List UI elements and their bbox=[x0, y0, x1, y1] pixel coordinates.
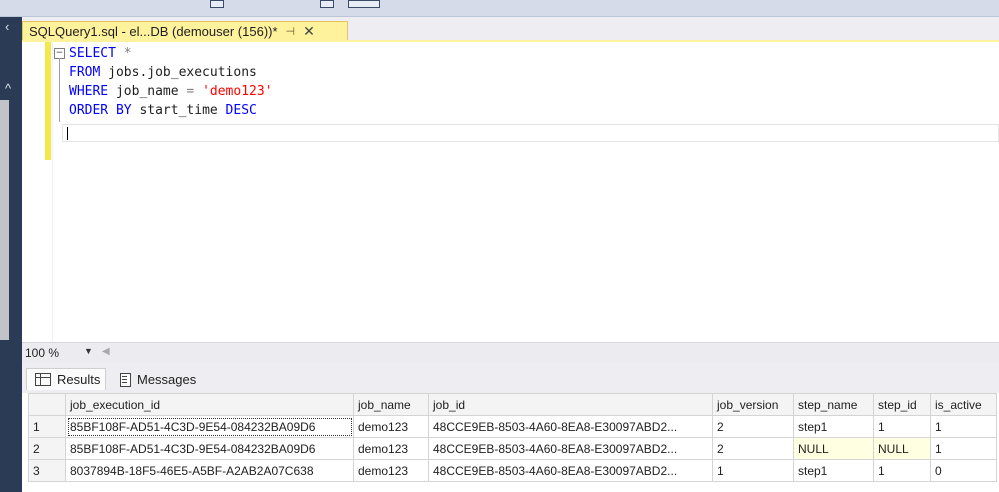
dropdown-icon[interactable]: ▼ bbox=[84, 346, 93, 356]
toolbar bbox=[0, 0, 999, 17]
table-cell[interactable]: 1 bbox=[930, 437, 997, 460]
row-number[interactable]: 2 bbox=[28, 437, 66, 460]
header-row: job_execution_id job_name job_id job_ver… bbox=[28, 393, 997, 416]
code-line[interactable]: FROM jobs.job_executions bbox=[69, 63, 257, 82]
table-cell[interactable]: demo123 bbox=[353, 415, 429, 438]
table-cell[interactable]: step1 bbox=[793, 415, 874, 438]
table-cell[interactable]: step1 bbox=[793, 459, 874, 482]
table-cell[interactable]: demo123 bbox=[353, 437, 429, 460]
chevron-up-icon[interactable]: ^ bbox=[5, 81, 11, 96]
table-cell[interactable]: 0 bbox=[930, 459, 997, 482]
sql-keyword: FROM bbox=[69, 65, 101, 80]
sql-token: start_time bbox=[131, 103, 226, 118]
table-cell[interactable]: 48CCE9EB-8503-4A60-8EA8-E30097ABD2... bbox=[428, 437, 713, 460]
table-cell[interactable]: 1 bbox=[712, 459, 794, 482]
column-header[interactable]: job_execution_id bbox=[65, 393, 354, 416]
table-cell[interactable]: 48CCE9EB-8503-4A60-8EA8-E30097ABD2... bbox=[428, 459, 713, 482]
column-header[interactable]: job_id bbox=[428, 393, 713, 416]
table-cell[interactable]: 2 bbox=[712, 437, 794, 460]
null-cell[interactable]: NULL bbox=[793, 437, 874, 460]
sql-editor[interactable]: − SELECT * FROM jobs.job_executions WHERE … bbox=[22, 42, 999, 342]
table-cell[interactable]: 1 bbox=[930, 415, 997, 438]
table-cell[interactable]: 85BF108F-AD51-4C3D-9E54-084232BA09D6 bbox=[65, 415, 354, 438]
table-cell[interactable]: 1 bbox=[873, 459, 931, 482]
zoom-value[interactable]: 100 % bbox=[25, 346, 59, 360]
table-row[interactable]: 1 85BF108F-AD51-4C3D-9E54-084232BA09D6 d… bbox=[28, 415, 997, 438]
scroll-left-icon[interactable]: ◀ bbox=[102, 346, 110, 357]
table-cell[interactable]: 85BF108F-AD51-4C3D-9E54-084232BA09D6 bbox=[65, 437, 354, 460]
table-cell[interactable]: 48CCE9EB-8503-4A60-8EA8-E30097ABD2... bbox=[428, 415, 713, 438]
messages-icon bbox=[118, 372, 131, 387]
table-cell[interactable]: 1 bbox=[873, 415, 931, 438]
sql-keyword: SELECT bbox=[69, 46, 116, 61]
row-number-header[interactable] bbox=[28, 393, 66, 416]
column-header[interactable]: is_active bbox=[930, 393, 997, 416]
results-table: job_execution_id job_name job_id job_ver… bbox=[28, 393, 997, 482]
close-icon[interactable]: ✕ bbox=[303, 23, 315, 40]
column-header[interactable]: job_version bbox=[712, 393, 794, 416]
row-number[interactable]: 1 bbox=[28, 415, 66, 438]
grid-icon bbox=[35, 373, 51, 386]
sql-keyword: DESC bbox=[225, 103, 257, 118]
sql-token: * bbox=[123, 46, 132, 61]
sql-token: jobs.job_executions bbox=[100, 65, 257, 80]
code-line[interactable]: SELECT * bbox=[69, 44, 132, 63]
table-cell[interactable]: 8037894B-18F5-46E5-A5BF-A2AB2A07C638 bbox=[65, 459, 354, 482]
sql-token: job_name bbox=[108, 84, 187, 99]
tab-results-label: Results bbox=[57, 372, 101, 387]
tab-results[interactable]: Results bbox=[26, 368, 106, 390]
text-caret bbox=[67, 127, 68, 140]
vertical-scrollbar[interactable] bbox=[0, 100, 9, 340]
column-header[interactable]: job_name bbox=[353, 393, 429, 416]
code-line[interactable]: WHERE job_name = 'demo123' bbox=[69, 82, 273, 101]
result-tabs: Results Messages bbox=[22, 363, 999, 393]
column-header[interactable]: step_id bbox=[873, 393, 931, 416]
table-row[interactable]: 2 85BF108F-AD51-4C3D-9E54-084232BA09D6 d… bbox=[28, 437, 997, 460]
table-cell[interactable]: 2 bbox=[712, 415, 794, 438]
tab-messages[interactable]: Messages bbox=[114, 368, 210, 390]
zoom-bar: 100 % ▼ ◀ bbox=[22, 342, 999, 364]
sql-string: 'demo123' bbox=[202, 84, 273, 99]
toolbar-button-icon[interactable] bbox=[348, 0, 380, 8]
chevron-left-icon[interactable]: ‹ bbox=[5, 19, 9, 34]
results-grid[interactable]: job_execution_id job_name job_id job_ver… bbox=[22, 393, 999, 492]
sql-keyword: ORDER BY bbox=[69, 103, 132, 118]
code-line[interactable]: ORDER BY start_time DESC bbox=[69, 101, 257, 120]
null-cell[interactable]: NULL bbox=[873, 437, 931, 460]
main-pane: SQLQuery1.sql - el...DB (demouser (156))… bbox=[22, 17, 999, 492]
current-line-highlight bbox=[62, 124, 999, 142]
sql-keyword: WHERE bbox=[69, 84, 109, 99]
document-tab-title: SQLQuery1.sql - el...DB (demouser (156))… bbox=[29, 24, 278, 39]
toolbar-button-icon[interactable] bbox=[320, 0, 334, 8]
row-number[interactable]: 3 bbox=[28, 459, 66, 482]
fold-line bbox=[59, 58, 60, 122]
tab-messages-label: Messages bbox=[137, 371, 197, 387]
document-tab[interactable]: SQLQuery1.sql - el...DB (demouser (156))… bbox=[22, 21, 348, 41]
toolbar-button-icon[interactable] bbox=[210, 0, 224, 8]
gutter-separator bbox=[52, 42, 53, 342]
column-header[interactable]: step_name bbox=[793, 393, 874, 416]
table-cell[interactable]: demo123 bbox=[353, 459, 429, 482]
pin-icon[interactable]: ⊣ bbox=[286, 25, 296, 38]
table-row[interactable]: 3 8037894B-18F5-46E5-A5BF-A2AB2A07C638 d… bbox=[28, 459, 997, 482]
change-margin bbox=[45, 42, 51, 160]
